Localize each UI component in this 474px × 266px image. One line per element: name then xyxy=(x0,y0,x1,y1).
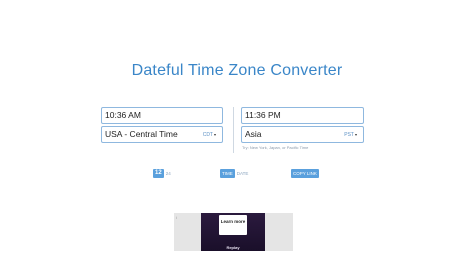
target-zone-abbr: PST▾ xyxy=(344,132,357,138)
time-format-toggle[interactable]: 12 24 xyxy=(153,169,171,178)
column-divider xyxy=(233,107,234,153)
chevron-down-icon: ▾ xyxy=(213,132,216,137)
zone-search-hint: Try: New York, Japan, or Pacific Time xyxy=(242,145,309,150)
target-time-input[interactable]: 11:36 PM xyxy=(241,107,364,124)
ad-banner[interactable]: i Learn more Replay xyxy=(174,213,293,251)
target-time-value: 11:36 PM xyxy=(245,110,281,120)
date-option[interactable]: DATE xyxy=(237,171,249,176)
source-zone-value: USA - Central Time xyxy=(105,129,178,139)
target-zone-input[interactable]: Asia PST▾ xyxy=(241,126,364,143)
time-date-toggle[interactable]: TIME DATE xyxy=(220,169,248,178)
ad-video[interactable]: Learn more Replay xyxy=(201,213,265,251)
time-option[interactable]: TIME xyxy=(220,169,235,178)
copy-link-button[interactable]: COPY LINK xyxy=(291,169,319,178)
copy-link-control[interactable]: COPY LINK xyxy=(291,169,319,178)
ad-info-icon[interactable]: i xyxy=(176,215,177,220)
source-time-value: 10:36 AM xyxy=(105,110,141,120)
source-time-input[interactable]: 10:36 AM xyxy=(101,107,223,124)
target-zone-value: Asia xyxy=(245,129,262,139)
replay-button[interactable]: Replay xyxy=(201,245,265,250)
source-zone-select[interactable]: USA - Central Time CDT▾ xyxy=(101,126,223,143)
format-24h-option[interactable]: 24 xyxy=(166,171,171,176)
format-12h-option[interactable]: 12 xyxy=(153,169,164,178)
chevron-down-icon: ▾ xyxy=(354,132,357,137)
learn-more-button[interactable]: Learn more xyxy=(219,215,247,235)
source-zone-abbr: CDT▾ xyxy=(202,132,216,138)
page-title: Dateful Time Zone Converter xyxy=(131,62,343,79)
